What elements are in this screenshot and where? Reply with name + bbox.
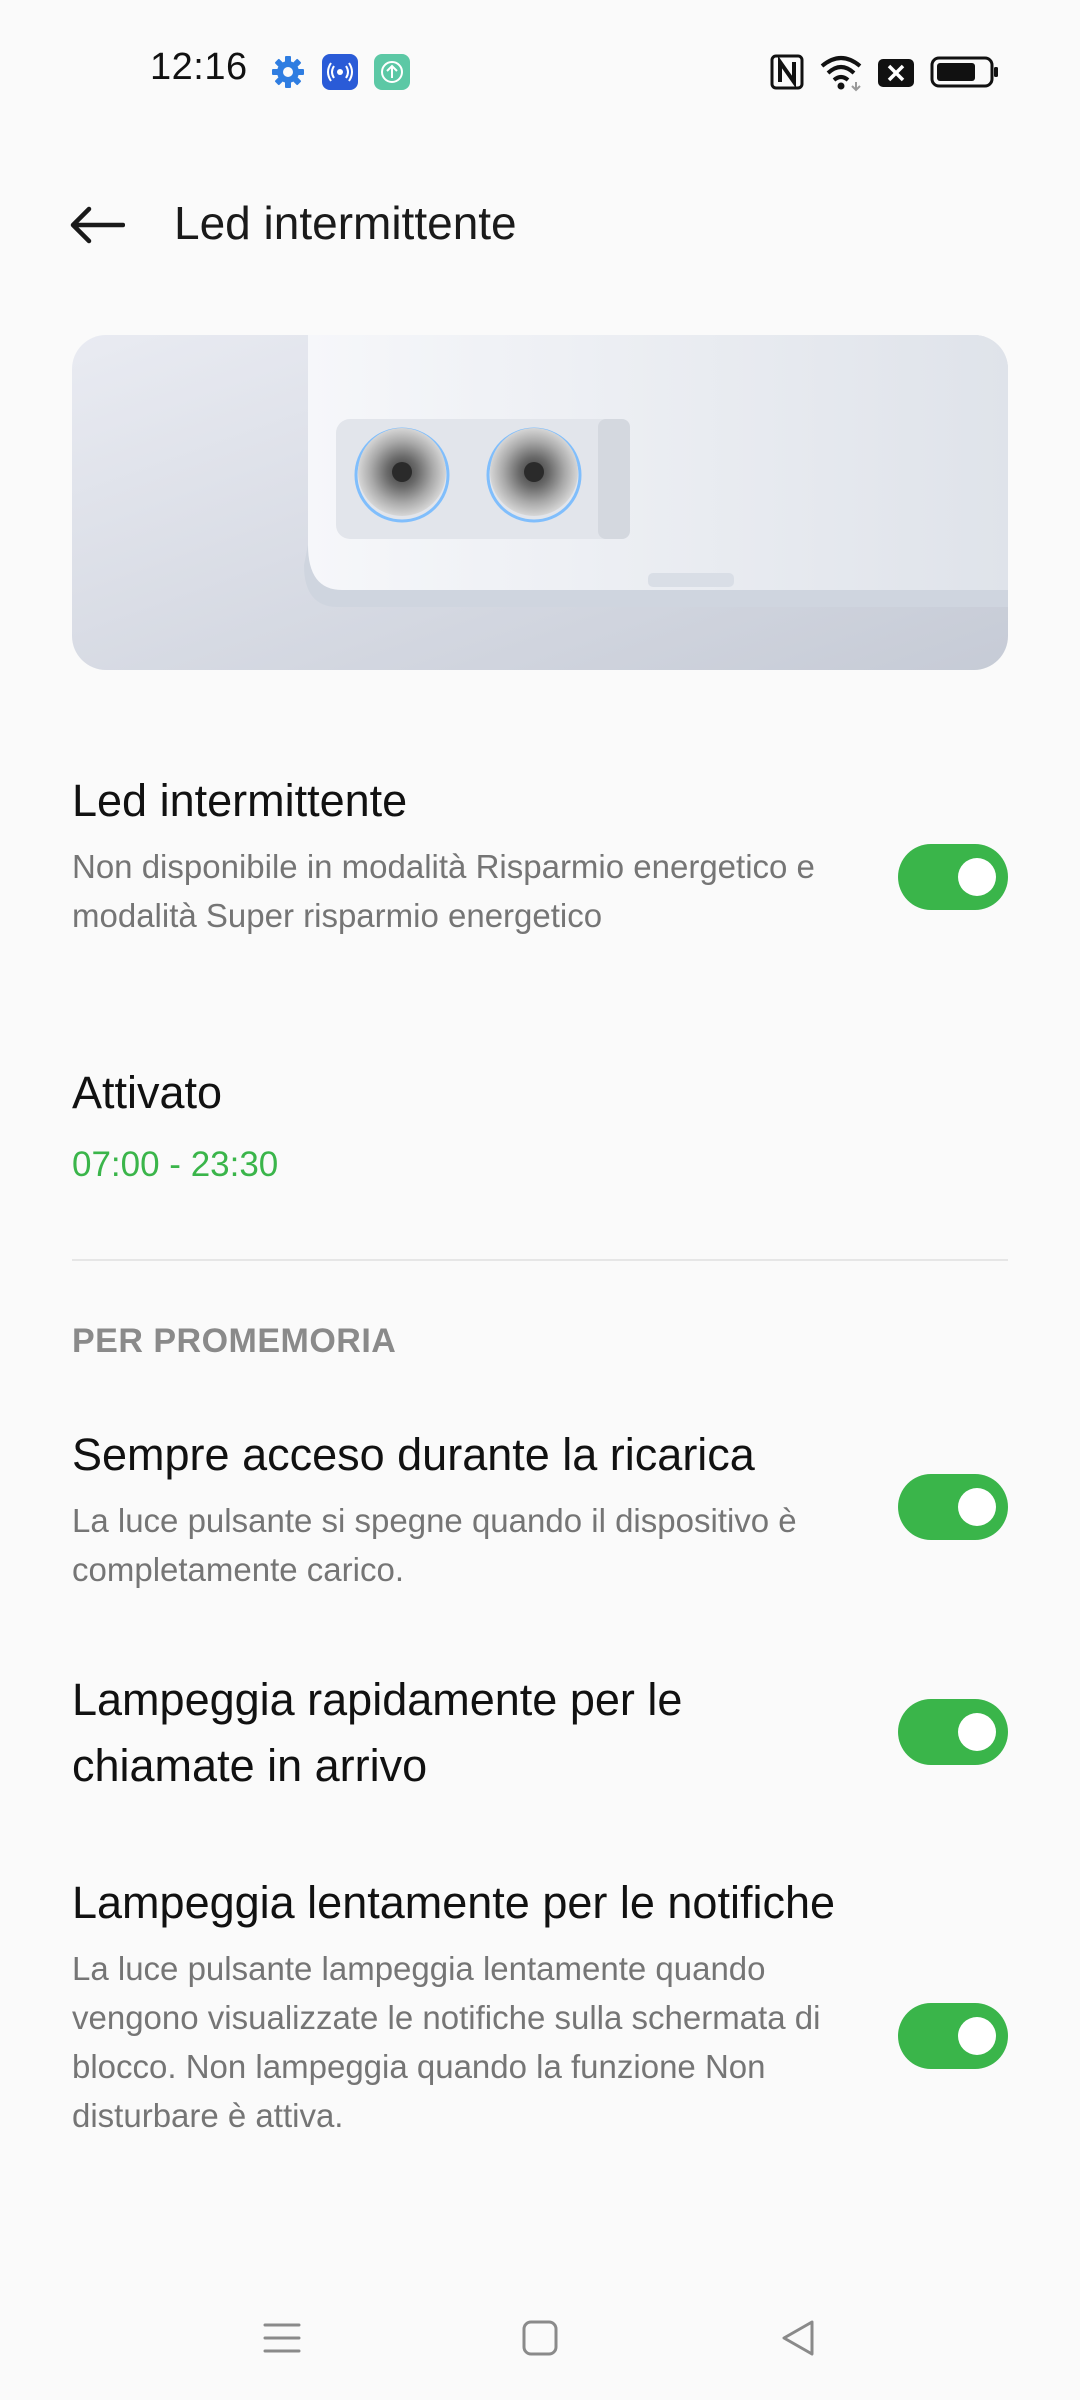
led-intermittente-toggle[interactable] [898, 844, 1008, 910]
chiamate-toggle[interactable] [898, 1699, 1008, 1765]
app-bar: Led intermittente [0, 170, 1080, 280]
status-bar: 12:16 [0, 0, 1080, 140]
sempre-acceso-toggle[interactable] [898, 1474, 1008, 1540]
nfc-n-icon [770, 54, 804, 90]
gear-icon [272, 56, 304, 88]
navigation-bar [0, 2280, 1080, 2390]
back-button[interactable] [56, 190, 136, 260]
menu-icon [263, 2323, 301, 2353]
back-arrow-icon [70, 206, 125, 244]
setting-title: Sempre acceso durante la ricarica [72, 1429, 755, 1480]
toggle-knob [958, 1488, 996, 1526]
setting-subtitle: La luce pulsante lampeggia lentamente qu… [72, 1950, 821, 2134]
toggle-knob [958, 858, 996, 896]
back-nav-button[interactable] [768, 2308, 828, 2368]
toggle-knob [958, 1713, 996, 1751]
setting-notifiche[interactable]: Lampeggia lentamente per le notifiche La… [72, 1870, 1008, 2140]
setting-title: Led intermittente [72, 775, 408, 826]
toggle-knob [958, 2017, 996, 2055]
setting-led-intermittente[interactable]: Led intermittente Non disponibile in mod… [72, 768, 1008, 940]
setting-attivato[interactable]: Attivato 07:00 - 23:30 [72, 1060, 1008, 1190]
section-header: PER PROMEMORIA [72, 1322, 397, 1360]
notifiche-toggle[interactable] [898, 2003, 1008, 2069]
menu-button[interactable] [252, 2308, 312, 2368]
home-button[interactable] [510, 2308, 570, 2368]
setting-chiamate-in-arrivo[interactable]: Lampeggia rapidamente per le chiamate in… [72, 1667, 1008, 1799]
nfc-app-icon [322, 54, 358, 90]
led-illustration [72, 335, 1008, 670]
sim-off-icon [878, 59, 914, 87]
setting-title: Lampeggia lentamente per le notifiche [72, 1877, 836, 1928]
home-icon [522, 2320, 558, 2356]
setting-subtitle: La luce pulsante si spegne quando il dis… [72, 1502, 797, 1588]
status-time: 12:16 [150, 46, 248, 88]
setting-title: Attivato [72, 1067, 223, 1118]
battery-icon [930, 56, 998, 88]
back-triangle-icon [782, 2320, 814, 2356]
upload-app-icon [374, 54, 410, 90]
wifi-icon [820, 56, 862, 92]
divider [72, 1259, 1008, 1261]
screen: 12:16 Led intermittente Led intermittent… [0, 0, 1080, 2400]
setting-subtitle: Non disponibile in modalità Risparmio en… [72, 848, 815, 934]
page-title: Led intermittente [174, 197, 517, 249]
setting-title: Lampeggia rapidamente per le chiamate in… [72, 1674, 683, 1791]
time-range: 07:00 - 23:30 [72, 1145, 279, 1184]
setting-sempre-acceso[interactable]: Sempre acceso durante la ricarica La luc… [72, 1422, 1008, 1594]
